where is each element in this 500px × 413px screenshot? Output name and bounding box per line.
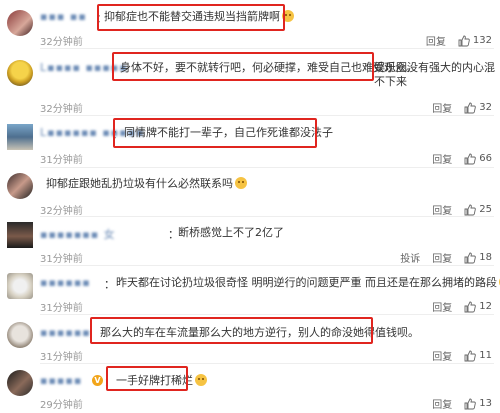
timestamp: 29分钟前 — [40, 400, 83, 411]
divider — [40, 363, 494, 364]
reply-button[interactable]: 回复 — [432, 348, 452, 363]
thumbs-up-icon — [464, 398, 477, 409]
reply-button[interactable]: 回复 — [432, 100, 452, 115]
like-button[interactable]: 32 — [464, 102, 492, 114]
smile-emoji-icon — [195, 374, 207, 386]
like-button[interactable]: 11 — [464, 350, 492, 362]
divider — [40, 167, 494, 168]
comment-actions: 回复 132 — [426, 33, 492, 48]
thumbs-up-icon — [464, 301, 477, 312]
like-count: 13 — [479, 398, 492, 409]
comment-actions: 回复 32 — [432, 100, 492, 115]
avatar[interactable] — [7, 222, 33, 248]
timestamp: 31分钟前 — [40, 303, 83, 314]
like-count: 25 — [479, 204, 492, 215]
reply-button[interactable]: 回复 — [426, 33, 446, 48]
like-count: 132 — [472, 35, 492, 46]
timestamp: 31分钟前 — [40, 352, 83, 363]
thumbs-up-icon — [464, 153, 477, 164]
divider — [40, 314, 494, 315]
highlight-box — [106, 366, 188, 391]
avatar[interactable] — [7, 322, 33, 348]
thumbs-up-icon — [464, 204, 477, 215]
like-count: 11 — [479, 350, 492, 361]
comment-text-content: 昨天都在讨论扔垃圾很奇怪 明明逆行的问题更严重 而且还是在那么拥堵的路段 — [116, 276, 497, 289]
thumbs-up-icon — [464, 252, 477, 263]
avatar[interactable] — [7, 370, 33, 396]
timestamp: 32分钟前 — [40, 206, 83, 217]
highlight-box — [97, 4, 285, 31]
avatar[interactable] — [7, 60, 33, 86]
like-count: 18 — [479, 252, 492, 263]
like-button[interactable]: 12 — [464, 301, 492, 313]
comment-actions: 回复 11 — [432, 348, 492, 363]
comment-text: 断桥感觉上不了2亿了 — [178, 226, 284, 239]
like-count: 66 — [479, 153, 492, 164]
timestamp: 32分钟前 — [40, 104, 83, 115]
username[interactable]: ▪▪▪▪▪▪▪ 女 — [40, 226, 116, 242]
username[interactable]: ▪▪▪▪▪ — [40, 374, 82, 387]
smile-emoji-icon — [235, 177, 247, 189]
timestamp: 31分钟前 — [40, 254, 83, 265]
like-count: 12 — [479, 301, 492, 312]
comment-actions: 回复 66 — [432, 151, 492, 166]
comment-text-content: 抑郁症跟她乱扔垃圾有什么必然联系吗 — [46, 177, 233, 190]
avatar[interactable] — [7, 273, 33, 299]
avatar[interactable] — [7, 10, 33, 36]
username[interactable]: ▪▪▪ ▪▪ — [40, 10, 87, 23]
report-button[interactable]: 投诉 — [400, 250, 420, 265]
like-button[interactable]: 18 — [464, 252, 492, 264]
like-button[interactable]: 132 — [458, 35, 492, 47]
highlight-box — [112, 52, 374, 81]
reply-button[interactable]: 回复 — [432, 151, 452, 166]
comment-text: 娱乐圈没有强大的内心混不下来 — [374, 61, 495, 88]
colon: ： — [104, 278, 115, 291]
verified-badge-icon: V — [92, 375, 103, 386]
comment-actions: 投诉 回复 18 — [400, 250, 492, 265]
divider — [40, 115, 494, 116]
reply-button[interactable]: 回复 — [432, 250, 452, 265]
like-button[interactable]: 25 — [464, 204, 492, 216]
comment-actions: 回复 13 — [432, 396, 492, 411]
username[interactable]: ▪▪▪▪▪▪ — [40, 326, 91, 339]
thumbs-up-icon — [464, 350, 477, 361]
thumbs-up-icon — [458, 35, 470, 46]
thumbs-up-icon — [464, 102, 477, 113]
reply-button[interactable]: 回复 — [432, 396, 452, 411]
reply-button[interactable]: 回复 — [432, 202, 452, 217]
divider — [40, 265, 494, 266]
comment-text: 昨天都在讨论扔垃圾很奇怪 明明逆行的问题更严重 而且还是在那么拥堵的路段 — [116, 276, 500, 290]
like-count: 32 — [479, 102, 492, 113]
highlight-box — [113, 118, 317, 148]
avatar[interactable] — [7, 124, 33, 150]
comment-actions: 回复 25 — [432, 202, 492, 217]
timestamp: 31分钟前 — [40, 155, 83, 166]
like-button[interactable]: 66 — [464, 153, 492, 165]
divider — [40, 216, 494, 217]
reply-button[interactable]: 回复 — [432, 299, 452, 314]
like-button[interactable]: 13 — [464, 398, 492, 410]
comment-text: 抑郁症跟她乱扔垃圾有什么必然联系吗 — [46, 177, 247, 191]
avatar[interactable] — [7, 173, 33, 199]
timestamp: 32分钟前 — [40, 37, 83, 48]
comment-actions: 回复 12 — [432, 299, 492, 314]
username[interactable]: ▪▪▪▪▪▪ — [40, 276, 91, 289]
highlight-box — [90, 317, 373, 344]
divider — [40, 48, 494, 49]
